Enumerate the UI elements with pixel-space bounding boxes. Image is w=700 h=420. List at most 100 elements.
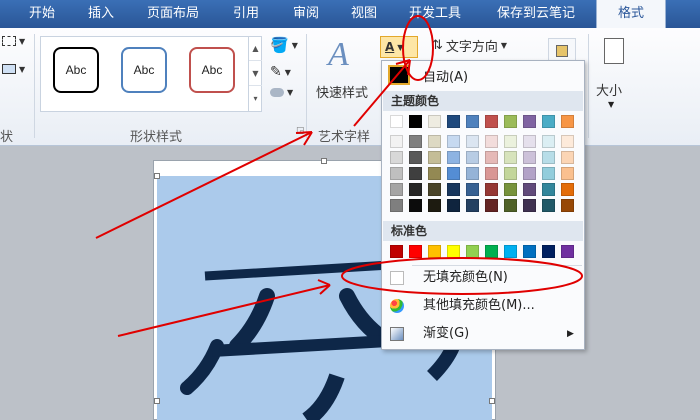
tab-developer[interactable]: 开发工具	[392, 0, 478, 28]
gallery-more[interactable]: ▾	[249, 86, 262, 111]
standard-color-swatch[interactable]	[542, 245, 555, 258]
theme-color-swatch[interactable]	[390, 183, 403, 196]
theme-color-swatch[interactable]	[542, 151, 555, 164]
theme-color-swatch[interactable]	[428, 115, 441, 128]
tab-save-to-cloud-note[interactable]: 保存到云笔记	[478, 0, 594, 28]
standard-color-swatch[interactable]	[466, 245, 479, 258]
tab-format[interactable]: 格式	[596, 0, 666, 28]
theme-color-swatch[interactable]	[409, 115, 422, 128]
theme-color-swatch[interactable]	[504, 183, 517, 196]
text-direction-button[interactable]: ⇅ 文字方向 ▼	[432, 36, 507, 55]
theme-color-swatch[interactable]	[523, 199, 536, 212]
theme-color-swatch[interactable]	[390, 115, 403, 128]
shape-outline-button[interactable]: ✎ ▼	[270, 64, 291, 80]
tab-view[interactable]: 视图	[336, 0, 392, 28]
resize-handle[interactable]	[154, 398, 160, 404]
theme-color-swatch[interactable]	[561, 167, 574, 180]
theme-color-swatch[interactable]	[504, 199, 517, 212]
theme-color-swatch[interactable]	[466, 167, 479, 180]
resize-handle[interactable]	[321, 158, 327, 164]
theme-color-swatch[interactable]	[485, 167, 498, 180]
theme-color-swatch[interactable]	[561, 199, 574, 212]
theme-color-swatch[interactable]	[504, 167, 517, 180]
theme-color-swatch[interactable]	[542, 183, 555, 196]
theme-color-swatch[interactable]	[409, 199, 422, 212]
theme-color-swatch[interactable]	[542, 199, 555, 212]
text-fill-button[interactable]: A ▼	[380, 36, 418, 58]
theme-color-swatch[interactable]	[409, 135, 422, 148]
theme-color-swatch[interactable]	[485, 183, 498, 196]
tab-home[interactable]: 开始	[12, 0, 72, 28]
standard-color-swatch[interactable]	[409, 245, 422, 258]
edit-shape-button[interactable]: ▼	[2, 36, 25, 46]
theme-color-swatch[interactable]	[504, 115, 517, 128]
menu-item-gradient[interactable]: 渐变(G) ▶	[383, 321, 583, 347]
gallery-scroll-down[interactable]: ▼	[249, 61, 262, 86]
theme-color-swatch[interactable]	[390, 151, 403, 164]
gallery-scroll-up[interactable]: ▲	[249, 36, 262, 61]
theme-color-swatch[interactable]	[447, 115, 460, 128]
theme-color-swatch[interactable]	[409, 151, 422, 164]
theme-color-swatch[interactable]	[428, 135, 441, 148]
theme-color-swatch[interactable]	[466, 183, 479, 196]
text-box-button[interactable]: ▼	[2, 64, 25, 74]
shape-style-black[interactable]: Abc	[53, 47, 99, 93]
resize-handle[interactable]	[154, 173, 160, 179]
standard-color-swatch[interactable]	[523, 245, 536, 258]
standard-color-swatch[interactable]	[447, 245, 460, 258]
theme-color-swatch[interactable]	[523, 151, 536, 164]
theme-color-swatch[interactable]	[542, 115, 555, 128]
theme-color-swatch[interactable]	[561, 115, 574, 128]
theme-color-swatch[interactable]	[390, 199, 403, 212]
theme-color-swatch[interactable]	[447, 183, 460, 196]
size-button[interactable]: 大小 ▼	[594, 38, 634, 110]
theme-color-swatch[interactable]	[523, 135, 536, 148]
tab-insert[interactable]: 插入	[72, 0, 130, 28]
theme-color-swatch[interactable]	[466, 115, 479, 128]
menu-item-no-fill[interactable]: 无填充颜色(N)	[383, 265, 583, 291]
theme-color-swatch[interactable]	[485, 135, 498, 148]
theme-color-swatch[interactable]	[390, 167, 403, 180]
theme-color-swatch[interactable]	[447, 135, 460, 148]
theme-color-swatch[interactable]	[561, 135, 574, 148]
shape-style-blue[interactable]: Abc	[121, 47, 167, 93]
tab-review[interactable]: 审阅	[276, 0, 336, 28]
shape-fill-button[interactable]: 🪣 ▼	[270, 36, 298, 54]
standard-color-swatch[interactable]	[428, 245, 441, 258]
theme-color-swatch[interactable]	[409, 167, 422, 180]
quick-styles-button[interactable]: A 快速样式	[316, 36, 376, 106]
theme-color-swatch[interactable]	[523, 115, 536, 128]
shape-style-red[interactable]: Abc	[189, 47, 235, 93]
theme-color-swatch[interactable]	[485, 151, 498, 164]
theme-color-swatch[interactable]	[447, 199, 460, 212]
theme-color-swatch[interactable]	[523, 183, 536, 196]
theme-color-swatch[interactable]	[466, 199, 479, 212]
theme-color-swatch[interactable]	[428, 167, 441, 180]
theme-color-swatch[interactable]	[504, 151, 517, 164]
standard-color-swatch[interactable]	[561, 245, 574, 258]
theme-color-swatch[interactable]	[466, 135, 479, 148]
theme-color-swatch[interactable]	[428, 183, 441, 196]
theme-color-swatch[interactable]	[542, 167, 555, 180]
theme-color-swatch[interactable]	[447, 167, 460, 180]
standard-color-swatch[interactable]	[390, 245, 403, 258]
tab-references[interactable]: 引用	[216, 0, 276, 28]
theme-color-swatch[interactable]	[447, 151, 460, 164]
theme-color-swatch[interactable]	[523, 167, 536, 180]
dialog-launcher-icon[interactable]: ◲	[296, 126, 305, 136]
tab-page-layout[interactable]: 页面布局	[130, 0, 216, 28]
theme-color-swatch[interactable]	[485, 115, 498, 128]
theme-color-swatch[interactable]	[504, 135, 517, 148]
standard-color-swatch[interactable]	[485, 245, 498, 258]
menu-item-automatic[interactable]: 自动(A)	[383, 63, 583, 87]
theme-color-swatch[interactable]	[542, 135, 555, 148]
theme-color-swatch[interactable]	[561, 151, 574, 164]
theme-color-swatch[interactable]	[428, 199, 441, 212]
standard-color-swatch[interactable]	[504, 245, 517, 258]
theme-color-swatch[interactable]	[428, 151, 441, 164]
theme-color-swatch[interactable]	[409, 183, 422, 196]
theme-color-swatch[interactable]	[466, 151, 479, 164]
theme-color-swatch[interactable]	[390, 135, 403, 148]
resize-handle[interactable]	[489, 398, 495, 404]
shape-effects-button[interactable]: ▼	[270, 88, 293, 97]
